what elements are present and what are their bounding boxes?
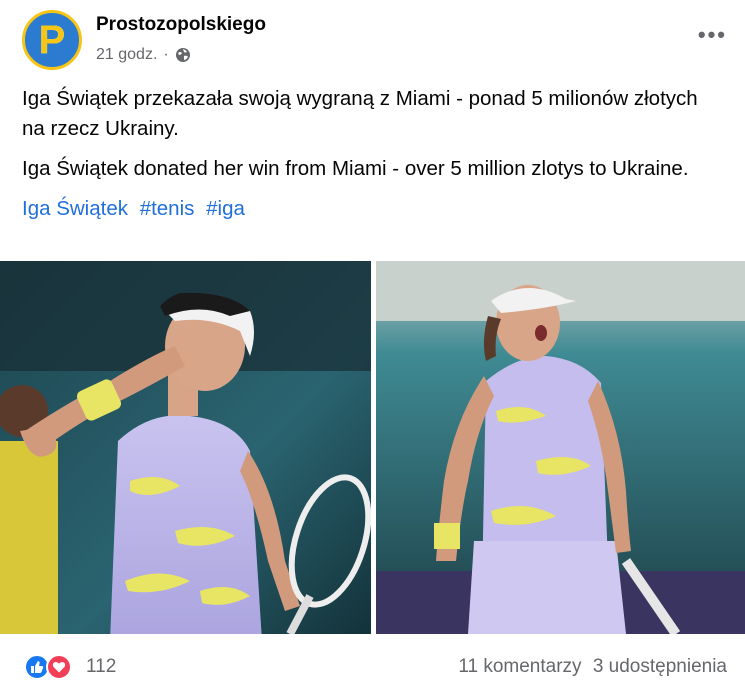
- love-icon: [46, 654, 72, 680]
- reaction-count: 112: [86, 656, 117, 677]
- more-options-icon[interactable]: •••: [698, 24, 727, 46]
- tag-link[interactable]: #tenis: [140, 197, 195, 220]
- post-footer: 112 11 komentarzy 3 udostępnienia: [24, 650, 727, 684]
- globe-icon[interactable]: [175, 47, 191, 63]
- post-text: Iga Świątek przekazała swoją wygraną z M…: [22, 84, 721, 224]
- tag-link[interactable]: Iga Świątek: [22, 197, 128, 220]
- shares-count[interactable]: 3 udostępnienia: [593, 656, 727, 677]
- post-photos: MIAMI: [0, 261, 745, 634]
- post-tags: Iga Świątek #tenis #iga: [22, 194, 721, 224]
- post-meta: 21 godz. ·: [96, 46, 191, 64]
- photo-celebrating[interactable]: MIAMI: [376, 261, 745, 634]
- comments-count[interactable]: 11 komentarzy: [458, 656, 581, 677]
- meta-separator: ·: [163, 46, 169, 63]
- tag-link[interactable]: #iga: [206, 197, 245, 220]
- page-avatar[interactable]: P: [22, 10, 82, 70]
- author-name[interactable]: Prostozopolskiego: [96, 14, 266, 36]
- avatar-letter: P: [38, 18, 66, 62]
- facebook-post: P Prostozopolskiego 21 godz. · ••• Iga Ś…: [0, 0, 745, 695]
- post-header: P Prostozopolskiego 21 godz. · •••: [22, 10, 729, 74]
- post-time[interactable]: 21 godz.: [96, 46, 157, 64]
- photo-blowing-kiss[interactable]: [0, 261, 371, 634]
- post-text-polish: Iga Świątek przekazała swoją wygraną z M…: [22, 87, 698, 140]
- reactions-summary[interactable]: 112: [24, 654, 116, 680]
- engagement-stats: 11 komentarzy 3 udostępnienia: [452, 656, 727, 678]
- post-text-english: Iga Świątek donated her win from Miami -…: [22, 157, 689, 180]
